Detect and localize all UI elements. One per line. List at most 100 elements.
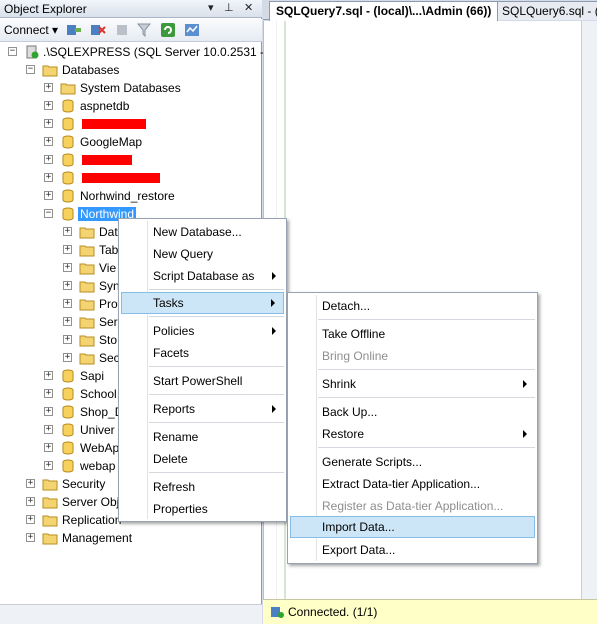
expand-icon[interactable]: +: [26, 515, 35, 524]
menu-item-new-query[interactable]: New Query: [121, 243, 284, 265]
menu-item-extract-data-tier[interactable]: Extract Data-tier Application...: [290, 473, 535, 495]
database-context-menu: New Database... New Query Script Databas…: [118, 218, 287, 522]
expand-icon[interactable]: +: [63, 281, 72, 290]
expand-icon[interactable]: +: [26, 533, 35, 542]
submenu-arrow-icon: [523, 430, 527, 438]
folder-icon: [79, 281, 95, 293]
menu-item-new-database[interactable]: New Database...: [121, 221, 284, 243]
folder-icon: [60, 83, 76, 95]
expand-icon[interactable]: +: [44, 191, 53, 200]
tree-node-database[interactable]: + Norhwind_restore: [0, 187, 262, 205]
object-explorer-title: Object Explorer: [4, 2, 87, 16]
document-tabs: SQLQuery7.sql - (local)\...\Admin (66)) …: [263, 0, 597, 21]
stop-icon[interactable]: [114, 22, 130, 38]
object-explorer-toolbar: Connect ▾: [0, 19, 262, 42]
vertical-scrollbar[interactable]: [581, 21, 597, 599]
menu-item-reports[interactable]: Reports: [121, 398, 284, 420]
database-icon: [62, 405, 74, 419]
expand-icon[interactable]: +: [44, 443, 53, 452]
expand-icon[interactable]: +: [63, 317, 72, 326]
horizontal-scrollbar[interactable]: [0, 604, 262, 624]
refresh-icon[interactable]: [160, 22, 176, 38]
filter-icon[interactable]: [136, 22, 152, 38]
tree-node-database[interactable]: +: [0, 151, 262, 169]
menu-item-import-data[interactable]: Import Data...: [290, 516, 535, 538]
menu-separator: [318, 369, 535, 370]
tab-sqlquery6[interactable]: SQLQuery6.sql - (: [495, 1, 597, 20]
menu-item-script-database-as[interactable]: Script Database as: [121, 265, 284, 287]
expand-icon[interactable]: +: [63, 263, 72, 272]
database-icon: [62, 189, 74, 203]
menu-item-start-powershell[interactable]: Start PowerShell: [121, 370, 284, 392]
menu-item-tasks[interactable]: Tasks: [121, 292, 284, 314]
menu-item-rename[interactable]: Rename: [121, 426, 284, 448]
folder-icon: [42, 515, 58, 527]
pin-icon[interactable]: ⊥: [224, 1, 234, 14]
expand-icon[interactable]: +: [44, 137, 53, 146]
menu-item-delete[interactable]: Delete: [121, 448, 284, 470]
object-explorer-titlebar: Object Explorer ▾ ⊥ ✕: [0, 0, 262, 18]
close-icon[interactable]: ✕: [244, 1, 253, 14]
expand-icon[interactable]: +: [26, 497, 35, 506]
redaction-mark: [82, 119, 146, 129]
expand-icon[interactable]: +: [63, 353, 72, 362]
tasks-submenu: Detach... Take Offline Bring Online Shri…: [287, 292, 538, 564]
menu-separator: [149, 422, 284, 423]
collapse-icon[interactable]: −: [44, 209, 53, 218]
connected-icon: [271, 607, 284, 618]
status-text: Connected. (1/1): [288, 605, 378, 619]
tree-node-server[interactable]: − .\SQLEXPRESS (SQL Server 10.0.2531 - T…: [0, 43, 283, 61]
database-icon: [62, 207, 74, 221]
expand-icon[interactable]: +: [26, 479, 35, 488]
expand-icon[interactable]: +: [44, 101, 53, 110]
tab-sqlquery7[interactable]: SQLQuery7.sql - (local)\...\Admin (66)): [269, 1, 499, 21]
menu-item-facets[interactable]: Facets: [121, 342, 284, 364]
menu-separator: [149, 316, 284, 317]
tree-node-system-databases[interactable]: + System Databases: [0, 79, 262, 97]
menu-item-take-offline[interactable]: Take Offline: [290, 323, 535, 345]
tree-node-database[interactable]: +: [0, 115, 262, 133]
menu-item-back-up[interactable]: Back Up...: [290, 401, 535, 423]
dropdown-icon[interactable]: ▾: [208, 1, 214, 14]
menu-item-export-data[interactable]: Export Data...: [290, 539, 535, 561]
redaction-mark: [82, 173, 160, 183]
menu-item-refresh[interactable]: Refresh: [121, 476, 284, 498]
connect-object-icon[interactable]: [66, 22, 82, 38]
tree-node-database[interactable]: + GoogleMap: [0, 133, 262, 151]
collapse-icon[interactable]: −: [8, 47, 17, 56]
expand-icon[interactable]: +: [44, 119, 53, 128]
expand-icon[interactable]: +: [63, 299, 72, 308]
menu-separator: [149, 289, 284, 290]
menu-item-detach[interactable]: Detach...: [290, 295, 535, 317]
expand-icon[interactable]: +: [44, 173, 53, 182]
collapse-icon[interactable]: −: [26, 65, 35, 74]
menu-item-properties[interactable]: Properties: [121, 498, 284, 520]
expand-icon[interactable]: +: [44, 389, 53, 398]
tree-node-database[interactable]: +: [0, 169, 262, 187]
menu-separator: [149, 472, 284, 473]
activity-monitor-icon[interactable]: [184, 22, 200, 38]
expand-icon[interactable]: +: [44, 83, 53, 92]
submenu-arrow-icon: [272, 405, 276, 413]
tree-node-database[interactable]: + aspnetdb: [0, 97, 262, 115]
database-icon: [62, 153, 74, 167]
expand-icon[interactable]: +: [63, 245, 72, 254]
expand-icon[interactable]: +: [44, 425, 53, 434]
expand-icon[interactable]: +: [44, 155, 53, 164]
expand-icon[interactable]: +: [63, 227, 72, 236]
tree-node-management[interactable]: + Management: [0, 529, 262, 547]
menu-item-restore[interactable]: Restore: [290, 423, 535, 445]
menu-separator: [149, 394, 284, 395]
menu-item-shrink[interactable]: Shrink: [290, 373, 535, 395]
expand-icon[interactable]: +: [63, 335, 72, 344]
expand-icon[interactable]: +: [44, 461, 53, 470]
tree-node-databases[interactable]: − Databases: [0, 61, 262, 79]
expand-icon[interactable]: +: [44, 371, 53, 380]
menu-item-generate-scripts[interactable]: Generate Scripts...: [290, 451, 535, 473]
disconnect-icon[interactable]: [90, 22, 106, 38]
expand-icon[interactable]: +: [44, 407, 53, 416]
database-icon: [62, 369, 74, 383]
connect-button[interactable]: Connect ▾: [4, 23, 58, 37]
menu-item-policies[interactable]: Policies: [121, 320, 284, 342]
menu-separator: [318, 319, 535, 320]
